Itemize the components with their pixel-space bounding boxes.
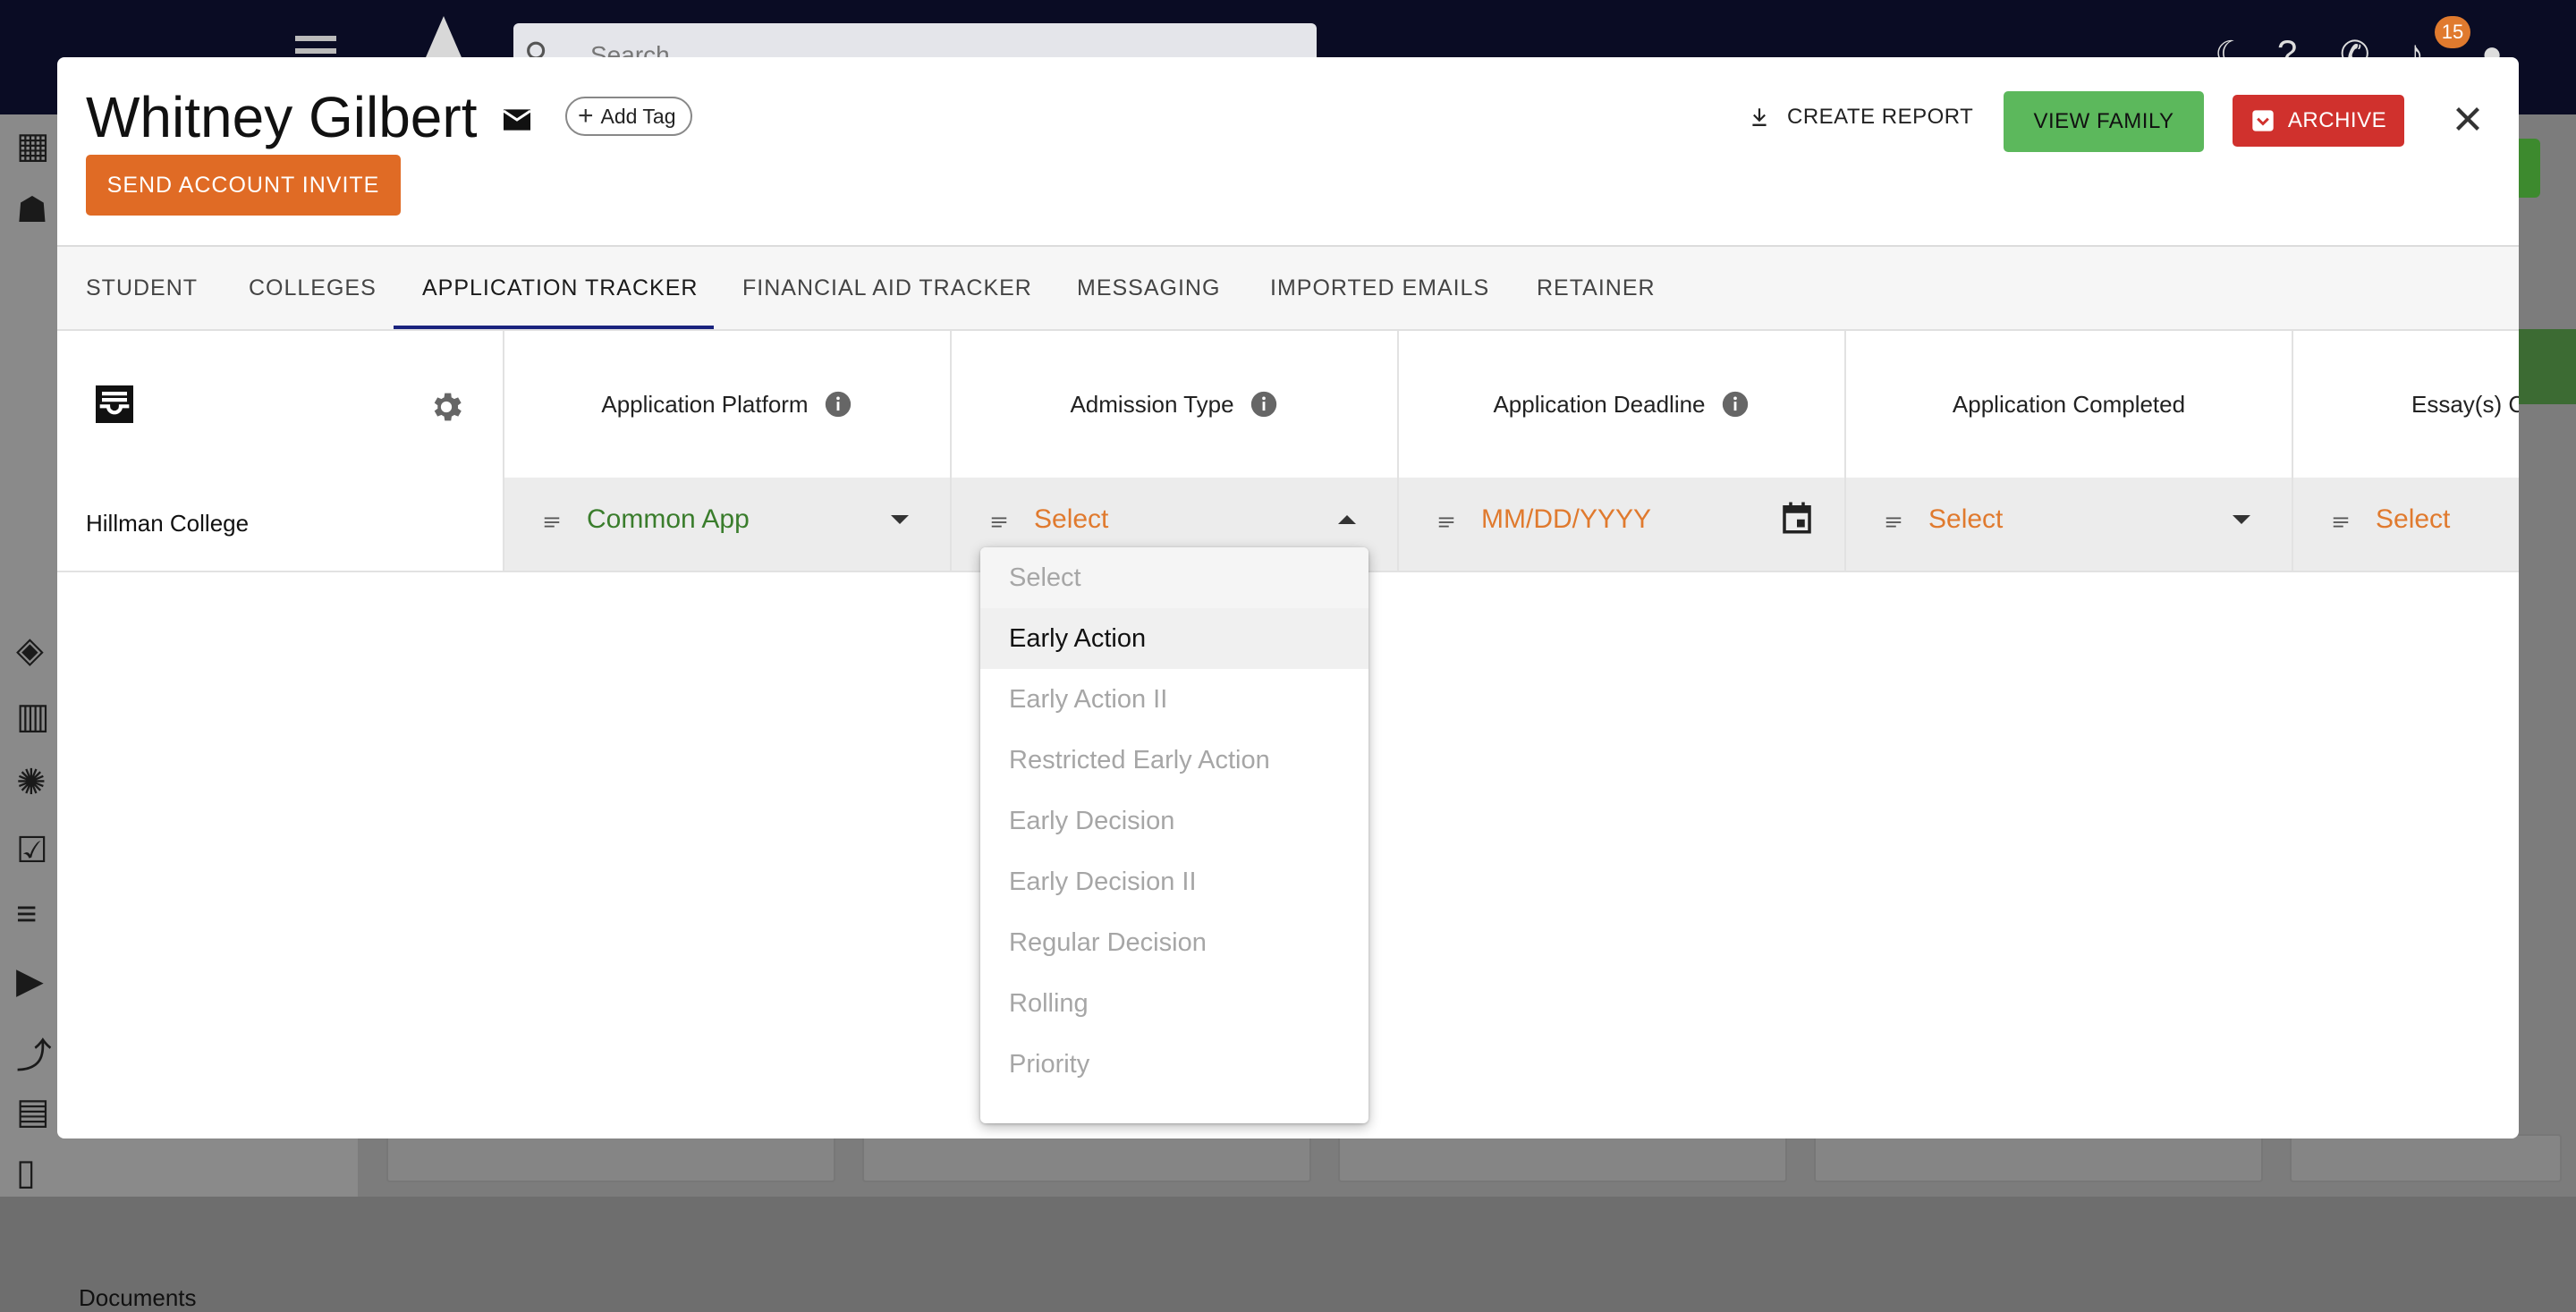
info-icon[interactable]: [1249, 389, 1279, 419]
add-tag-button[interactable]: + Add Tag: [565, 97, 692, 136]
add-tag-label: Add Tag: [600, 104, 676, 128]
calendar-icon[interactable]: [1778, 499, 1816, 537]
background-card: [386, 1134, 835, 1182]
application-deadline-input[interactable]: MM/DD/YYYY: [1399, 478, 1844, 571]
chevron-down-icon: [2233, 515, 2250, 524]
create-report-button[interactable]: CREATE REPORT: [1748, 104, 1973, 131]
chevron-down-icon: [891, 515, 909, 524]
send-account-invite-button[interactable]: SEND ACCOUNT INVITE: [86, 155, 401, 216]
column-header-application-platform: Application Platform: [504, 379, 950, 429]
inbox-icon[interactable]: [89, 379, 140, 429]
dropdown-option-regular-decision[interactable]: Regular Decision: [980, 912, 1368, 973]
students-icon[interactable]: ☗: [16, 190, 48, 231]
tasks-icon[interactable]: ☑: [16, 830, 48, 871]
modal-header: Whitney Gilbert + Add Tag SEND ACCOUNT I…: [57, 57, 2519, 245]
download-icon: [1752, 108, 1767, 126]
archive-label: ARCHIVE: [2287, 108, 2387, 132]
column-header-application-completed: Application Completed: [1846, 379, 2292, 429]
column-header-admission-type: Admission Type: [952, 379, 1397, 429]
tab-student[interactable]: STUDENT: [86, 247, 198, 329]
application-platform-select[interactable]: Common App: [504, 478, 950, 571]
tab-imported-emails[interactable]: IMPORTED EMAILS: [1270, 247, 1489, 329]
select-value: Select: [2376, 504, 2451, 534]
dropdown-option-early-decision[interactable]: Early Decision: [980, 791, 1368, 851]
documents-icon[interactable]: ▯: [16, 1152, 36, 1193]
application-completed-select[interactable]: Select: [1846, 478, 2292, 571]
header-label: Application Completed: [1952, 390, 2186, 418]
dashboard-icon[interactable]: ▦: [16, 125, 50, 166]
select-value: Select: [1928, 504, 2004, 534]
activity-icon[interactable]: ✺: [16, 762, 47, 803]
colleges-icon[interactable]: ◈: [16, 630, 44, 671]
notification-badge: 15: [2435, 16, 2470, 48]
dropdown-option-early-decision-ii[interactable]: Early Decision II: [980, 851, 1368, 912]
admission-type-dropdown-menu: Select Early Action Early Action II Rest…: [980, 547, 1368, 1123]
background-card: [1814, 1134, 2263, 1182]
student-name: Whitney Gilbert: [86, 85, 478, 149]
header-label: Admission Type: [1070, 390, 1234, 418]
book-icon[interactable]: ▤: [16, 1091, 50, 1132]
essays-select[interactable]: Select: [2293, 478, 2519, 571]
tab-colleges[interactable]: COLLEGES: [249, 247, 377, 329]
plus-icon: +: [578, 101, 594, 131]
notes-icon[interactable]: [2331, 512, 2351, 533]
background-card: [862, 1134, 1311, 1182]
email-icon[interactable]: [499, 102, 535, 138]
merge-icon[interactable]: ⤴: [16, 1027, 52, 1079]
library-icon[interactable]: ▥: [16, 696, 50, 737]
close-icon[interactable]: [2447, 98, 2488, 140]
column-header-essays: Essay(s) C: [2293, 379, 2519, 429]
list-icon[interactable]: ≡: [16, 894, 37, 935]
notes-icon[interactable]: [1884, 512, 1903, 533]
modal-tabs: STUDENT COLLEGES APPLICATION TRACKER FIN…: [57, 247, 2519, 331]
notes-icon[interactable]: [542, 512, 562, 533]
active-tab-indicator: [394, 326, 714, 329]
info-icon[interactable]: [1720, 389, 1750, 419]
media-icon[interactable]: ▶: [16, 961, 44, 1002]
tab-application-tracker[interactable]: APPLICATION TRACKER: [422, 247, 698, 329]
tab-retainer[interactable]: RETAINER: [1537, 247, 1656, 329]
notes-icon[interactable]: [989, 512, 1009, 533]
info-icon[interactable]: [823, 389, 853, 419]
notes-icon[interactable]: [1436, 512, 1456, 533]
view-family-button[interactable]: VIEW FAMILY: [2004, 91, 2204, 152]
dropdown-option-priority[interactable]: Priority: [980, 1034, 1368, 1095]
header-label: Application Platform: [601, 390, 809, 418]
archive-button[interactable]: ARCHIVE: [2233, 95, 2404, 147]
sidebar-item-documents[interactable]: Documents: [79, 1284, 197, 1312]
dropdown-option-restricted-early-action[interactable]: Restricted Early Action: [980, 730, 1368, 791]
background-card: [2290, 1134, 2562, 1182]
hamburger-menu-icon[interactable]: [295, 36, 336, 41]
college-name: Hillman College: [86, 510, 250, 537]
select-value: Select: [1034, 504, 1109, 534]
header-label: Application Deadline: [1493, 390, 1706, 418]
header-label: Essay(s) C: [2411, 390, 2519, 418]
create-report-label: CREATE REPORT: [1787, 105, 1974, 129]
archive-icon: [2252, 110, 2274, 131]
dropdown-option-placeholder[interactable]: Select: [980, 547, 1368, 608]
dropdown-option-early-action[interactable]: Early Action: [980, 608, 1368, 669]
gear-icon[interactable]: [428, 388, 465, 426]
column-header-application-deadline: Application Deadline: [1399, 379, 1844, 429]
select-value: Common App: [587, 504, 750, 534]
background-card: [1338, 1134, 1787, 1182]
tab-messaging[interactable]: MESSAGING: [1077, 247, 1220, 329]
dropdown-option-rolling[interactable]: Rolling: [980, 973, 1368, 1034]
tab-financial-aid-tracker[interactable]: FINANCIAL AID TRACKER: [742, 247, 1032, 329]
chevron-up-icon: [1338, 515, 1356, 524]
date-placeholder: MM/DD/YYYY: [1481, 504, 1652, 534]
dropdown-option-early-action-ii[interactable]: Early Action II: [980, 669, 1368, 730]
